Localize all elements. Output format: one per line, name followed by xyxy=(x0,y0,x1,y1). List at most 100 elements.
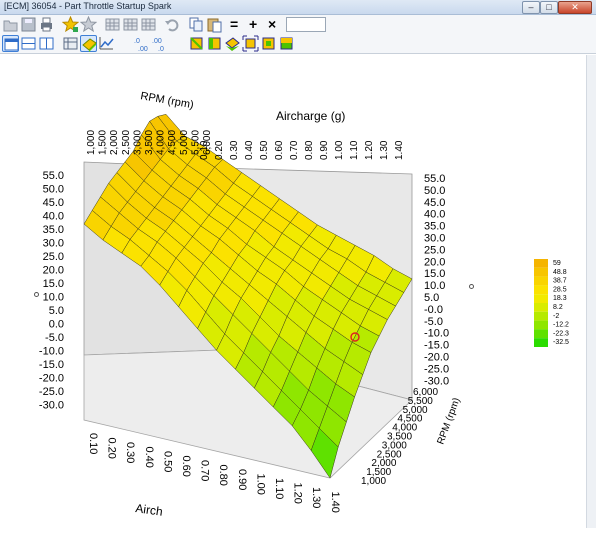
svg-text:.0: .0 xyxy=(158,46,164,52)
star-icon xyxy=(80,16,97,33)
maximize-button[interactable]: □ xyxy=(540,1,558,14)
layout-horizontal-button[interactable] xyxy=(20,35,37,52)
minimize-button[interactable]: – xyxy=(522,1,540,14)
aircharge-axis-title: Aircharge (g) xyxy=(276,109,345,123)
aircharge-tick-top: 0.50 xyxy=(259,140,270,160)
rpm-tick-side: 1,000 xyxy=(361,476,386,487)
z-tick-left: -20.0 xyxy=(39,373,64,385)
open-file-button[interactable] xyxy=(2,16,19,33)
layout-split-h-icon xyxy=(21,37,36,50)
rpm-tick-top: 2,500 xyxy=(121,130,132,155)
legend-swatch xyxy=(534,276,548,286)
aircharge-tick-bottom: 1.00 xyxy=(254,474,266,495)
legend-swatch xyxy=(534,311,548,321)
aircharge-tick-bottom: 1.20 xyxy=(292,483,304,504)
legend-swatch xyxy=(534,329,548,339)
fit-view-button[interactable] xyxy=(242,35,259,52)
z-tick-left: 20.0 xyxy=(43,265,64,277)
flat-view-button[interactable] xyxy=(278,35,295,52)
legend-swatch xyxy=(534,259,548,268)
svg-text:.00: .00 xyxy=(152,38,162,45)
paste-icon xyxy=(207,18,222,33)
z-tick-left: 25.0 xyxy=(43,251,64,263)
surface-3d-icon xyxy=(82,38,97,52)
legend-label: 59 xyxy=(553,260,561,267)
aircharge-tick-top: 1.20 xyxy=(364,140,375,160)
z-tick-right: 5.0 xyxy=(424,292,439,304)
save-button[interactable] xyxy=(20,16,37,33)
aircharge-axis-title-bottom: Airch xyxy=(135,501,164,519)
value-input[interactable] xyxy=(286,17,326,32)
z-tick-left: -10.0 xyxy=(39,346,64,358)
z-tick-right: 40.0 xyxy=(424,209,445,221)
favorite-button[interactable] xyxy=(80,16,97,33)
reset-view-button[interactable] xyxy=(260,35,277,52)
copy-button[interactable] xyxy=(188,16,205,33)
printer-icon xyxy=(41,17,52,32)
rpm-tick-top: 6,000 xyxy=(202,130,213,155)
aircharge-tick-top: 0.60 xyxy=(274,140,285,160)
legend-label: -2 xyxy=(553,313,559,320)
svg-text:.00: .00 xyxy=(138,46,148,52)
legend-swatch xyxy=(534,303,548,312)
table-view3-button[interactable] xyxy=(140,16,157,33)
graph-mode-button[interactable] xyxy=(98,35,115,52)
z-tick-right: 15.0 xyxy=(424,268,445,280)
rotate-right-button[interactable] xyxy=(206,35,223,52)
z-tick-right: 10.0 xyxy=(424,280,445,292)
z-tick-right: 45.0 xyxy=(424,197,445,209)
z-tick-left: -25.0 xyxy=(39,386,64,398)
equals-button[interactable]: = xyxy=(230,16,238,32)
table-view-button[interactable] xyxy=(104,16,121,33)
z-tick-left: 15.0 xyxy=(43,278,64,290)
multiply-button[interactable]: × xyxy=(268,16,276,32)
legend-swatch xyxy=(534,320,548,330)
aircharge-tick-bottom: 1.30 xyxy=(310,487,322,508)
aircharge-tick-bottom: 0.20 xyxy=(106,438,118,459)
layout-vertical-button[interactable] xyxy=(38,35,55,52)
star-plus-icon xyxy=(62,16,79,33)
legend-label: 48.8 xyxy=(553,269,567,276)
toolbar-main: = + × xyxy=(0,15,596,34)
surface-tilt-icon xyxy=(225,37,240,51)
table-view2-button[interactable] xyxy=(122,16,139,33)
add-button[interactable]: + xyxy=(249,16,257,32)
legend-label: -12.2 xyxy=(553,322,569,329)
legend-label: 8.2 xyxy=(553,304,563,311)
surface-chart[interactable]: RPM (rpm) Aircharge (g) RPM (rpm) Airch … xyxy=(0,55,596,528)
surface-rotate-left-icon xyxy=(190,37,203,50)
z-tick-right: -25.0 xyxy=(424,363,449,375)
vertical-scrollbar[interactable] xyxy=(586,55,596,528)
print-button[interactable] xyxy=(38,16,55,33)
legend-label: -22.3 xyxy=(553,330,569,337)
rotate-left-button[interactable] xyxy=(188,35,205,52)
surface-mode-button[interactable] xyxy=(80,35,97,52)
aircharge-tick-bottom: 0.40 xyxy=(143,447,155,468)
z-tick-right: -20.0 xyxy=(424,352,449,364)
layout-single-button[interactable] xyxy=(2,35,19,52)
tilt-button[interactable] xyxy=(224,35,241,52)
z-tick-right: 20.0 xyxy=(424,256,445,268)
decimal-increase-button[interactable]: .0.00 xyxy=(134,35,151,52)
paste-button[interactable] xyxy=(206,16,223,33)
aircharge-tick-bottom: 1.40 xyxy=(329,492,341,513)
rpm-tick-top: 4,000 xyxy=(156,130,167,155)
left-handle-icon[interactable] xyxy=(34,292,39,297)
z-tick-left: -15.0 xyxy=(39,359,64,371)
z-tick-left: 50.0 xyxy=(43,184,64,196)
right-handle-icon[interactable] xyxy=(469,284,474,289)
folder-icon xyxy=(3,20,18,32)
surface-plot-area[interactable]: RPM (rpm) Aircharge (g) RPM (rpm) Airch … xyxy=(0,55,596,528)
undo-button[interactable] xyxy=(164,16,181,33)
close-button[interactable]: ✕ xyxy=(558,1,592,14)
color-legend: 59 48.8 38.728.5 18.3 8.2 -2 -12.2-22.3 -32.5 xyxy=(534,259,569,347)
decimal-decrease-button[interactable]: .00.0 xyxy=(152,35,169,52)
aircharge-tick-top: 0.20 xyxy=(214,140,225,160)
z-tick-left: 45.0 xyxy=(43,197,64,209)
decimal-increase-icon: .0.00 xyxy=(134,38,148,52)
aircharge-tick-top: 0.40 xyxy=(244,140,255,160)
favorite-add-button[interactable] xyxy=(62,16,79,33)
aircharge-tick-top: 1.00 xyxy=(334,140,345,160)
svg-text:.0: .0 xyxy=(134,38,140,45)
table-mode-button[interactable] xyxy=(62,35,79,52)
